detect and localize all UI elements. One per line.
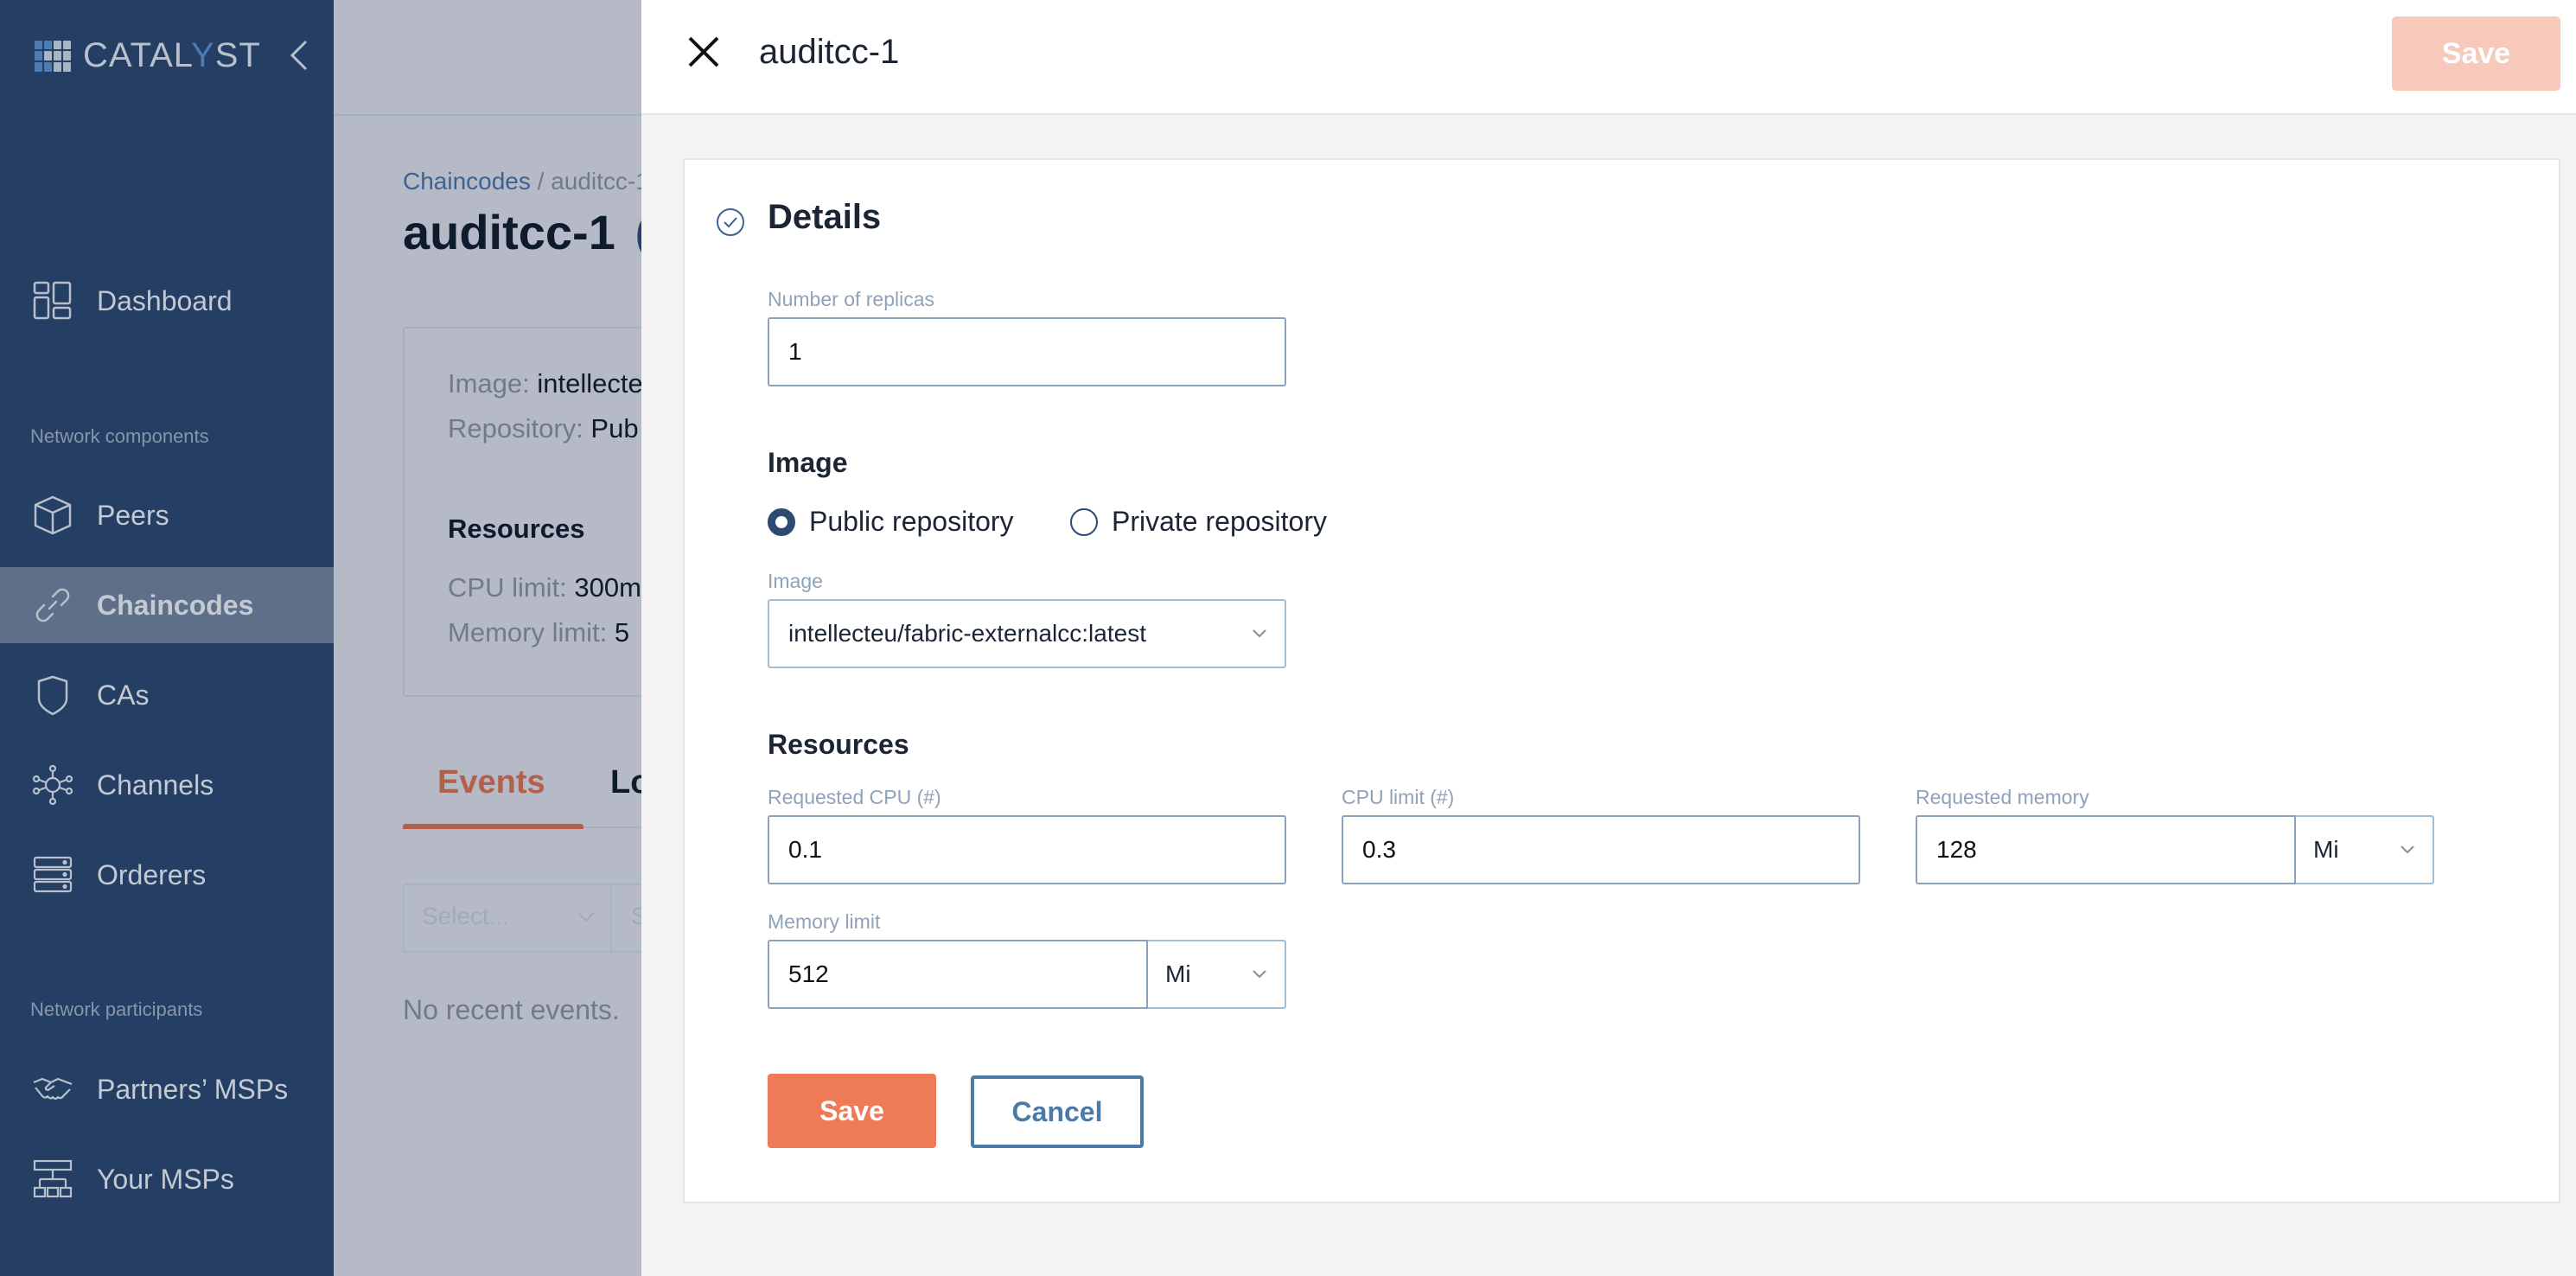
memory-limit-label: Memory limit <box>768 910 881 933</box>
filter-placeholder: Select... <box>422 903 510 929</box>
section-label-network-participants: Network participants <box>30 998 203 1020</box>
image-select-label: Image <box>768 570 823 592</box>
section-label-network-components: Network components <box>30 425 209 447</box>
sidebar-item-channels[interactable]: Channels <box>0 747 334 823</box>
image-select[interactable]: intellecteu/fabric-externalcc:latest <box>768 599 1286 668</box>
public-repository-radio[interactable]: Public repository <box>768 506 1014 538</box>
info-image: Image: intellecte <box>448 368 643 399</box>
breadcrumb: Chaincodes / auditcc-1 <box>403 168 649 195</box>
requested-memory-label: Requested memory <box>1916 786 2089 808</box>
radio-unchecked-icon <box>1070 507 1098 536</box>
chevron-left-icon <box>290 40 308 71</box>
close-drawer-button[interactable] <box>685 33 723 71</box>
chevron-down-icon <box>1253 629 1266 638</box>
sidebar-item-label: Dashboard <box>97 284 233 316</box>
info-memory-limit: Memory limit: 5 <box>448 617 630 648</box>
events-filter-select[interactable]: Select... <box>405 885 612 951</box>
sidebar: CATALYST Dashboard Network components Pe… <box>0 0 334 1276</box>
sidebar-item-label: Partners’ MSPs <box>97 1073 289 1105</box>
breadcrumb-separator: / <box>537 168 545 195</box>
org-chart-icon <box>32 1158 73 1200</box>
server-stack-icon <box>32 854 73 896</box>
requested-cpu-label: Requested CPU (#) <box>768 786 941 808</box>
collapse-sidebar-button[interactable] <box>287 38 313 73</box>
save-button[interactable]: Save <box>768 1074 936 1148</box>
replicas-label: Number of replicas <box>768 288 935 310</box>
shield-icon <box>32 674 73 716</box>
image-select-value: intellecteu/fabric-externalcc:latest <box>788 620 1146 647</box>
info-repository: Repository: Pub <box>448 413 639 443</box>
empty-events-message: No recent events. <box>403 994 620 1025</box>
replicas-input[interactable] <box>768 317 1286 386</box>
chevron-down-icon <box>1253 970 1266 979</box>
link-icon <box>32 584 73 626</box>
check-circle-icon <box>717 208 744 236</box>
breadcrumb-current: auditcc-1 <box>551 168 649 195</box>
sidebar-item-orderers[interactable]: Orderers <box>0 837 334 913</box>
sidebar-item-chaincodes[interactable]: Chaincodes <box>0 567 334 643</box>
handshake-icon <box>32 1069 73 1110</box>
sidebar-item-label: Orderers <box>97 858 207 890</box>
header-save-button[interactable]: Save <box>2392 16 2560 91</box>
requested-cpu-input[interactable] <box>768 815 1286 884</box>
resources-heading: Resources <box>768 729 909 760</box>
private-repository-radio[interactable]: Private repository <box>1070 506 1327 538</box>
close-icon <box>688 36 719 67</box>
dashboard-icon <box>32 280 73 322</box>
sidebar-item-partners-msps[interactable]: Partners’ MSPs <box>0 1051 334 1127</box>
memory-limit-input[interactable] <box>768 940 1148 1009</box>
memory-limit-unit-select[interactable]: Mi <box>1148 940 1286 1009</box>
drawer-header: auditcc-1 Save <box>641 0 2576 115</box>
details-form-card: Details Number of replicas Image Public … <box>683 158 2560 1203</box>
cube-icon <box>32 494 73 536</box>
requested-memory-input[interactable] <box>1916 815 2296 884</box>
sidebar-item-label: Peers <box>97 499 169 531</box>
radio-label: Private repository <box>1112 506 1327 537</box>
sidebar-item-your-msps[interactable]: Your MSPs <box>0 1141 334 1217</box>
tab-events[interactable]: Events <box>403 764 583 829</box>
chevron-down-icon <box>2401 845 2414 854</box>
sidebar-item-label: Your MSPs <box>97 1163 234 1195</box>
sidebar-item-label: CAs <box>97 679 150 711</box>
unit-value: Mi <box>2313 836 2339 863</box>
radio-label: Public repository <box>809 506 1014 537</box>
edit-chaincode-drawer: auditcc-1 Save Details Number of replica… <box>641 0 2576 1276</box>
info-cpu-limit: CPU limit: 300m <box>448 572 641 603</box>
sidebar-item-label: Channels <box>97 769 214 801</box>
sidebar-item-dashboard[interactable]: Dashboard <box>0 263 334 339</box>
info-resources-heading: Resources <box>448 514 585 544</box>
cancel-button[interactable]: Cancel <box>971 1075 1144 1148</box>
unit-value: Mi <box>1165 960 1191 987</box>
network-hub-icon <box>32 764 73 806</box>
cpu-limit-label: CPU limit (#) <box>1342 786 1455 808</box>
chevron-down-icon <box>577 912 595 922</box>
image-heading: Image <box>768 447 848 478</box>
requested-memory-unit-select[interactable]: Mi <box>2296 815 2434 884</box>
page-title: auditcc-1( <box>403 204 651 260</box>
sidebar-item-label: Chaincodes <box>97 589 254 621</box>
cube-logo-icon <box>35 40 71 72</box>
sidebar-item-cas[interactable]: CAs <box>0 657 334 733</box>
sidebar-item-peers[interactable]: Peers <box>0 477 334 553</box>
breadcrumb-link-chaincodes[interactable]: Chaincodes <box>403 168 531 195</box>
page-title-text: auditcc-1 <box>403 205 615 259</box>
logo-text: CATALYST <box>83 36 261 74</box>
cpu-limit-input[interactable] <box>1342 815 1860 884</box>
drawer-title: auditcc-1 <box>759 33 900 71</box>
catalyst-logo[interactable]: CATALYST <box>35 36 261 75</box>
radio-checked-icon <box>768 507 795 536</box>
details-heading: Details <box>768 198 882 236</box>
